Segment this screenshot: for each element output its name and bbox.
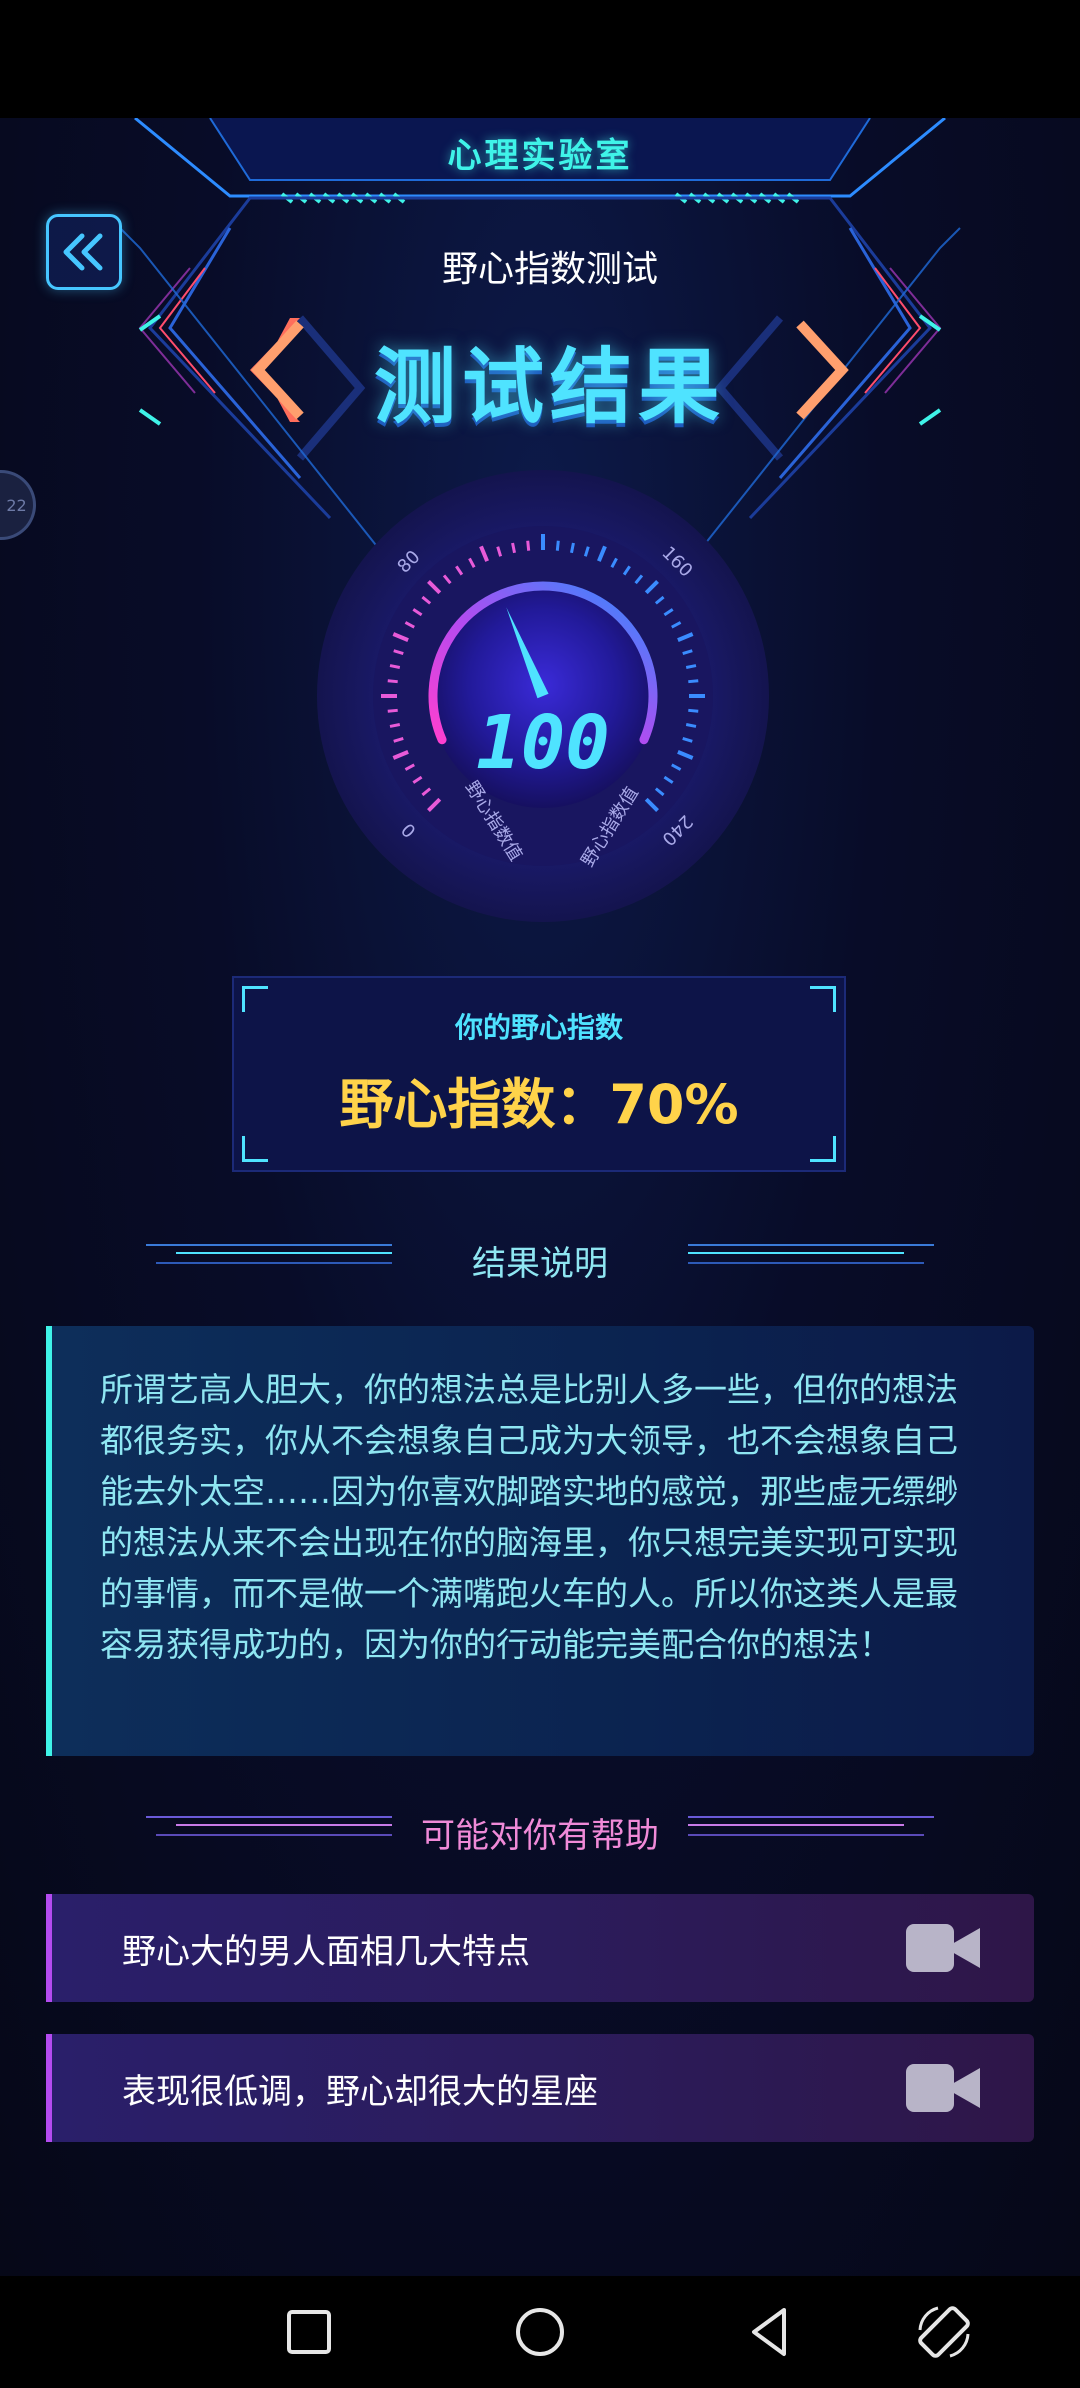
- rotate-screen-icon[interactable]: [912, 2300, 976, 2364]
- video-icon: [906, 2064, 980, 2112]
- test-name: 野心指数测试: [441, 249, 658, 290]
- video-icon: [906, 1924, 980, 1972]
- gauge-tick: [526, 540, 531, 551]
- section-lines: [688, 1238, 934, 1274]
- help-item[interactable]: 野心大的男人面相几大特点: [46, 1894, 1034, 2002]
- gauge-tick: [389, 723, 401, 728]
- gauge-tick: [511, 542, 516, 554]
- help-item[interactable]: 表现很低调，野心却很大的星座: [46, 2034, 1034, 2142]
- gauge-tick: [688, 679, 699, 684]
- recents-square-icon[interactable]: [277, 2300, 341, 2364]
- ambition-gauge: 0 80 160 240 100 野心指数值 野心指数值: [315, 468, 771, 924]
- gauge-value: 100: [476, 700, 610, 786]
- result-title: 测试结果: [373, 340, 726, 435]
- help-item-label: 野心大的男人面相几大特点: [122, 1932, 530, 1972]
- gauge-tick: [387, 679, 398, 684]
- side-tab-label: 22: [6, 495, 27, 515]
- gauge-tick: [389, 664, 401, 669]
- lab-title: 心理实验室: [447, 136, 633, 176]
- result-section-header: 结果说明: [0, 1226, 1080, 1286]
- gauge-tick: [688, 708, 699, 713]
- help-section-header: 可能对你有帮助: [0, 1798, 1080, 1858]
- gauge-tick: [555, 540, 560, 551]
- score-value: 野心指数：70%: [339, 1073, 739, 1136]
- score-panel: 你的野心指数 野心指数：70%: [232, 976, 846, 1172]
- gauge-tick: [570, 542, 575, 554]
- corner-bracket: [810, 1136, 836, 1162]
- corner-bracket: [242, 1136, 268, 1162]
- home-circle-icon[interactable]: [508, 2300, 572, 2364]
- gauge-tick: [685, 723, 697, 728]
- status-bar: [0, 0, 1080, 118]
- back-triangle-icon[interactable]: [738, 2300, 802, 2364]
- result-description-card: 所谓艺高人胆大，你的想法总是比别人多一些，但你的想法都很务实，你从不会想象自己成…: [46, 1326, 1034, 1756]
- gauge-tick: [387, 708, 398, 713]
- score-label: 你的野心指数: [454, 1011, 623, 1044]
- gauge-tick: [685, 664, 697, 669]
- result-description-text: 所谓艺高人胆大，你的想法总是比别人多一些，但你的想法都很务实，你从不会想象自己成…: [100, 1370, 958, 1664]
- section-lines: [688, 1810, 934, 1846]
- help-item-label: 表现很低调，野心却很大的星座: [122, 2072, 598, 2112]
